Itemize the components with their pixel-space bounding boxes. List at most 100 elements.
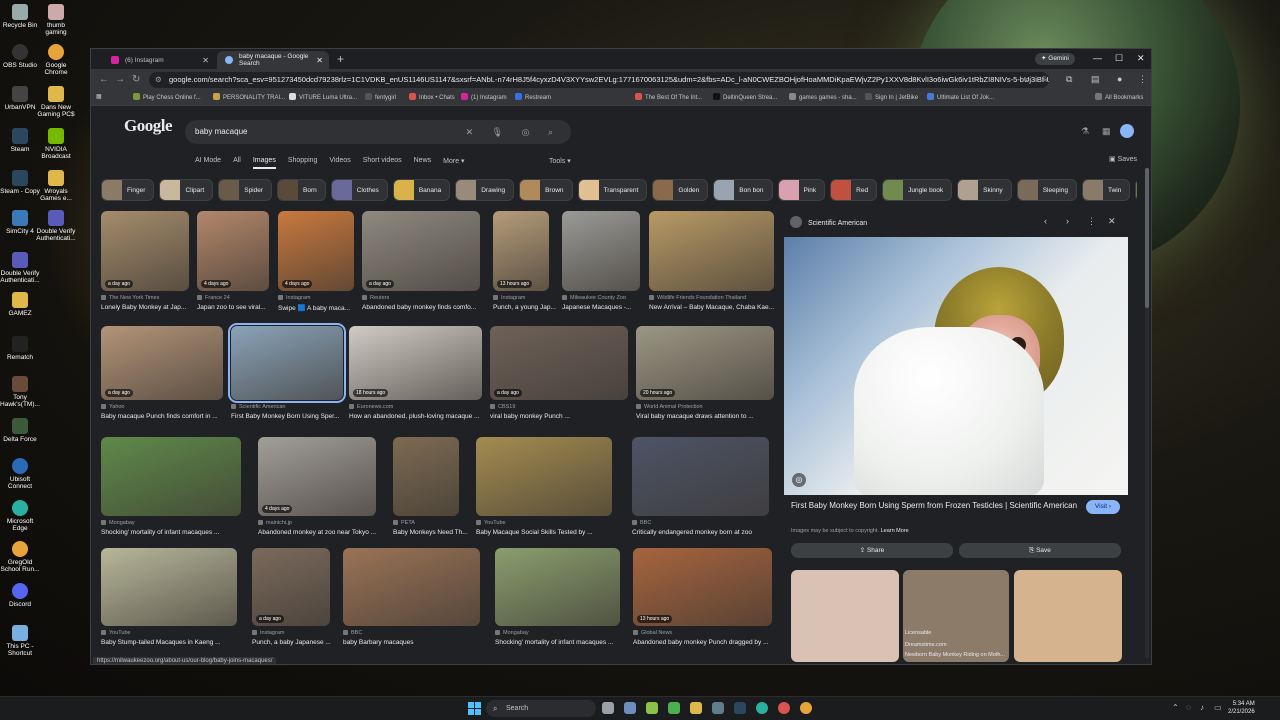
maximize-button[interactable]: ☐ [1115, 53, 1123, 64]
desktop-icon-thumb-gaming[interactable]: thumb gaming [36, 4, 76, 36]
sidepanel-icon[interactable]: ▤ [1091, 74, 1100, 85]
desktop-icon-double-verify-2[interactable]: Double Verify Authenticati... [0, 252, 40, 284]
chip-transparent[interactable]: Transparent [577, 179, 648, 201]
bookmark-games[interactable]: games games - sha... [789, 93, 857, 101]
tab-instagram[interactable]: (6) Instagram ✕ [103, 51, 215, 69]
bookmark-inbox[interactable]: Inbox • Chats [409, 93, 455, 101]
result-title[interactable]: Abandoned baby monkey Punch dragged by .… [633, 639, 782, 646]
image-result[interactable]: Wildlife Friends Foundation Thailand New … [649, 211, 774, 319]
desktop-icon-edge[interactable]: Microsoft Edge [0, 500, 40, 532]
result-title[interactable]: viral baby monkey Punch ... [490, 413, 638, 420]
chevron-right-icon[interactable]: › [1066, 216, 1069, 226]
result-title[interactable]: Abandoned monkey at zoo near Tokyo ... [258, 529, 386, 536]
bookmark-jetbike[interactable]: Sign In | JetBike [865, 93, 918, 101]
chip-finger[interactable]: Finger [101, 179, 155, 201]
desktop-icon-simcity[interactable]: SimCity 4 [0, 210, 40, 235]
image-result[interactable]: YouTube Baby Macaque Social Skills Tested… [476, 437, 612, 544]
chip-pink[interactable]: Pink [777, 179, 826, 201]
result-title[interactable]: Punch, a baby Japanese ... [252, 639, 340, 646]
desktop-icon-discord[interactable]: Discord [0, 583, 40, 608]
back-icon[interactable]: ← [99, 74, 109, 85]
result-title[interactable]: Abandoned baby monkey finds comfo... [362, 304, 490, 311]
share-button[interactable]: ⇪ Share [791, 543, 953, 558]
image-result[interactable]: 18 hours ago Euronews.com How an abandoned… [349, 326, 482, 428]
desktop-icon-ubisoft[interactable]: Ubisoft Connect [0, 458, 40, 490]
site-info-icon[interactable]: ⚙ [155, 72, 162, 88]
result-title[interactable]: Baby Stump-tailed Macaques in Kaeng ... [101, 639, 247, 646]
bookmark-star-icon[interactable]: ☆ [1041, 74, 1049, 85]
bookmark-chess[interactable]: Play Chess Online f... [133, 93, 201, 101]
app-icon[interactable] [646, 702, 658, 714]
tools-button[interactable]: Tools ▾ [549, 157, 571, 165]
result-thumbnail[interactable] [649, 211, 774, 291]
desktop-icon-chrome[interactable]: Google Chrome [36, 44, 76, 76]
image-result[interactable]: Mongabay Shocking' mortality of infant ma… [495, 548, 620, 654]
desktop-icon-recycle-bin[interactable]: Recycle Bin [0, 4, 40, 29]
app-icon[interactable] [778, 702, 790, 714]
close-icon[interactable]: ✕ [1108, 216, 1116, 227]
result-thumbnail[interactable] [362, 211, 480, 291]
search-icon[interactable]: ⌕ [1025, 74, 1030, 85]
chip-drawing[interactable]: Drawing [455, 179, 515, 201]
chip-clothes[interactable]: Clothes [330, 179, 388, 201]
image-result[interactable]: a day ago Instagram Punch, a baby Japanese… [252, 548, 331, 654]
reload-icon[interactable]: ↻ [132, 74, 140, 85]
filter-short-videos[interactable]: Short videos [363, 157, 402, 169]
bookmark-jokes[interactable]: Ultimate List Of Jok... [927, 93, 994, 101]
image-result[interactable]: YouTube Baby Stump-tailed Macaques in Kae… [101, 548, 237, 654]
image-result[interactable]: Scientific American First Baby Monkey Bor… [228, 323, 346, 428]
edge-icon[interactable] [756, 702, 768, 714]
desktop-icon-wroyals[interactable]: Wroyals Games e... [36, 170, 76, 202]
gemini-button[interactable]: ✦ Gemini [1035, 53, 1075, 65]
related-image[interactable]: Dreamstime.com Newborn Baby Monkey Ridin… [903, 570, 1009, 662]
filter-news[interactable]: News [414, 157, 432, 169]
desktop-icon-double-verify[interactable]: Double Verify Authenticati... [36, 210, 76, 242]
filter-all[interactable]: All [233, 157, 241, 169]
close-icon[interactable]: ✕ [202, 56, 209, 65]
lens-icon[interactable]: ◎ [792, 473, 806, 487]
chip-born[interactable]: Born [277, 179, 326, 201]
close-icon[interactable]: ✕ [316, 56, 323, 65]
result-title[interactable]: Baby Monkeys Need Th... [393, 529, 469, 536]
bookmark-fentygirl[interactable]: fentygirl [365, 93, 396, 101]
tray-chevron-icon[interactable]: ⌃ [1172, 703, 1179, 712]
volume-icon[interactable]: ♪ [1200, 703, 1204, 712]
image-result[interactable]: 4 days ago France 24 Japan zoo to see vira… [197, 211, 269, 319]
desktop-icon-chrome-runescape[interactable]: GregOld School Run... [0, 541, 40, 573]
filter-ai-mode[interactable]: AI Mode [195, 157, 221, 169]
image-result[interactable]: a day ago Reuters Abandoned baby monkey fi… [362, 211, 480, 319]
result-title[interactable]: Punch, a young Jap... [493, 304, 559, 311]
related-image[interactable] [791, 570, 899, 662]
result-title[interactable]: baby Barbary macaques [343, 639, 490, 646]
search-box-icons[interactable]: ✕ 🎙 ◎ ⌕ [466, 120, 561, 144]
result-title[interactable]: Swipe 🟦 A baby maca... [278, 304, 364, 312]
image-result[interactable]: 4 days ago mainichi.jp Abandoned monkey at… [258, 437, 376, 544]
result-title[interactable]: Baby Macaque Social Skills Tested by ... [476, 529, 622, 536]
all-bookmarks[interactable]: All Bookmarks [1095, 93, 1143, 101]
clock[interactable]: 5:34 AM 2/21/2026 [1228, 700, 1255, 716]
saves-button[interactable]: ▣ Saves [1109, 155, 1137, 163]
result-thumbnail[interactable] [101, 211, 189, 291]
image-result[interactable]: Milwaukee County Zoo Japanese Macaques -.… [562, 211, 640, 319]
app-icon[interactable] [668, 702, 680, 714]
address-bar[interactable]: ⚙ google.com/search?sca_esv=951273450dcd… [149, 72, 1049, 88]
chip-banana[interactable]: Banana [392, 179, 451, 201]
task-view-icon[interactable] [602, 702, 614, 714]
tab-google-search[interactable]: baby macaque - Google Search ✕ [217, 51, 329, 69]
result-thumbnail[interactable] [562, 211, 640, 291]
bookmark-deltin[interactable]: DeltinQueen Strea... [713, 93, 777, 101]
visit-button[interactable]: Visit › [1086, 500, 1120, 514]
chevron-left-icon[interactable]: ‹ [1044, 216, 1047, 226]
filter-videos[interactable]: Videos [329, 157, 350, 169]
learn-more-link[interactable]: Learn More [881, 528, 909, 534]
save-button[interactable]: ⎘ Save [959, 543, 1121, 558]
chip-tree[interactable]: Tree [1135, 179, 1137, 201]
result-thumbnail[interactable] [228, 323, 346, 403]
chrome-icon[interactable] [800, 702, 812, 714]
apps-icon[interactable]: ▦ [96, 93, 102, 100]
result-title[interactable]: Shocking' mortality of infant macaques .… [495, 639, 630, 646]
desktop-icon-nvidia[interactable]: NVIDIA Broadcast [36, 128, 76, 160]
result-title[interactable]: How an abandoned, plush-loving macaque .… [349, 413, 492, 420]
image-result[interactable]: 20 hours ago World Animal Protection Viral… [636, 326, 774, 428]
desktop-icon-gamez[interactable]: GAMEZ [0, 292, 40, 317]
